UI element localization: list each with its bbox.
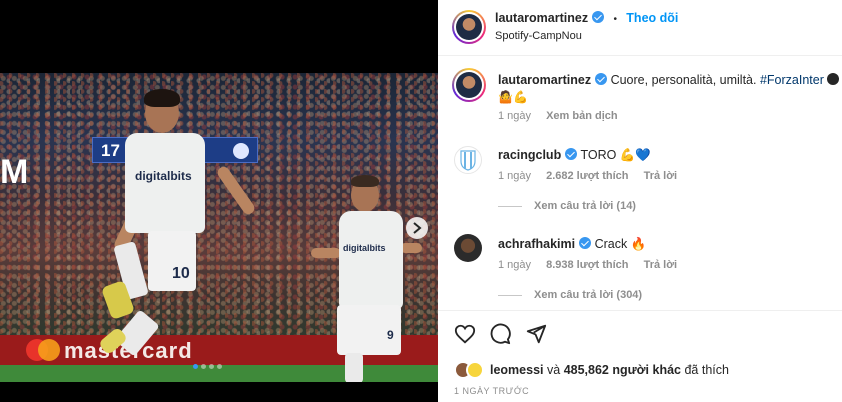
post-timestamp[interactable]: 1 NGÀY TRƯỚC (454, 386, 529, 396)
brand-watermark: M (0, 153, 29, 191)
comment-username[interactable]: achrafhakimi (498, 237, 575, 251)
caption-username[interactable]: lautaromartinez (498, 73, 591, 87)
verified-icon (579, 237, 592, 249)
likes-count[interactable]: 485,862 người khác (564, 363, 681, 377)
heart-icon[interactable] (454, 323, 476, 345)
liker-avatars (454, 361, 484, 379)
player-secondary: digitalbits 9 (305, 173, 425, 382)
racing-club-logo-icon (460, 150, 476, 171)
comment-item: achrafhakimi Crack 🔥 1 ngày 8.938 lượt t… (454, 231, 842, 311)
post-sidebar: lautaromartinez • Theo dõi Spotify-CampN… (438, 0, 842, 402)
likes-suffix: đã thích (684, 363, 729, 377)
carousel-dot (217, 364, 222, 369)
caption-emoji: 🤷💪 (498, 90, 528, 104)
view-replies-link[interactable]: Xem câu trả lời (14) (498, 200, 636, 212)
black-circle-emoji (826, 73, 839, 85)
player-main: digitalbits 10 (90, 89, 270, 382)
author-username[interactable]: lautaromartinez (495, 11, 588, 25)
post-photo: 17 M mastercard digitalbits 10 (0, 73, 438, 382)
carousel-dot (193, 364, 198, 369)
author-avatar[interactable] (452, 10, 486, 44)
verified-icon (592, 11, 605, 23)
post-location[interactable]: Spotify-CampNou (495, 30, 582, 42)
chevron-right-icon (413, 222, 422, 234)
likes-joiner: và (547, 363, 561, 377)
share-icon[interactable] (525, 323, 547, 345)
comment-icon[interactable] (489, 323, 511, 345)
jersey-number: 10 (172, 265, 190, 282)
post-caption: lautaromartinez Cuore, personalità, umil… (452, 68, 842, 126)
likes-summary: leomessi và 485,862 người khác đã thích (490, 363, 729, 377)
caption-hashtag[interactable]: #ForzaInter (760, 73, 824, 87)
header-separator: • (613, 14, 617, 25)
comment-avatar[interactable] (454, 234, 482, 262)
comment-likes[interactable]: 8.938 lượt thích (546, 259, 628, 271)
liker-username[interactable]: leomessi (490, 363, 544, 377)
follow-button[interactable]: Theo dõi (626, 11, 678, 25)
carousel-dot (209, 364, 214, 369)
comment-username[interactable]: racingclub (498, 148, 561, 162)
caption-avatar[interactable] (452, 68, 486, 102)
caption-text: Cuore, personalità, umiltà. (610, 73, 757, 87)
post-media[interactable]: 17 M mastercard digitalbits 10 (0, 0, 438, 402)
reply-button[interactable]: Trả lời (644, 259, 678, 271)
shirt-sponsor: digitalbits (135, 169, 192, 183)
reply-button[interactable]: Trả lời (644, 170, 678, 182)
comment-likes[interactable]: 2.682 lượt thích (546, 170, 628, 182)
comment-time[interactable]: 1 ngày (498, 170, 531, 182)
comment-avatar[interactable] (454, 146, 482, 174)
verified-icon (565, 148, 578, 160)
carousel-dots (193, 364, 225, 370)
caption-time[interactable]: 1 ngày (498, 110, 531, 122)
view-replies-link[interactable]: Xem câu trả lời (304) (498, 289, 642, 301)
post-header: lautaromartinez • Theo dõi Spotify-CampN… (438, 0, 842, 56)
next-slide-button[interactable] (406, 217, 428, 239)
jersey-number-secondary: 9 (387, 328, 394, 342)
ad-logo (26, 339, 60, 361)
verified-icon (595, 73, 608, 85)
comment-time[interactable]: 1 ngày (498, 259, 531, 271)
comment-item: racingclub TORO 💪💙 1 ngày 2.682 lượt thí… (454, 142, 842, 222)
comment-text: Crack 🔥 (594, 237, 647, 251)
shirt-sponsor-secondary: digitalbits (343, 243, 386, 253)
carousel-dot (201, 364, 206, 369)
comment-text: TORO 💪💙 (580, 148, 651, 162)
translate-link[interactable]: Xem bản dịch (546, 110, 618, 122)
liker-avatar[interactable] (466, 361, 484, 379)
